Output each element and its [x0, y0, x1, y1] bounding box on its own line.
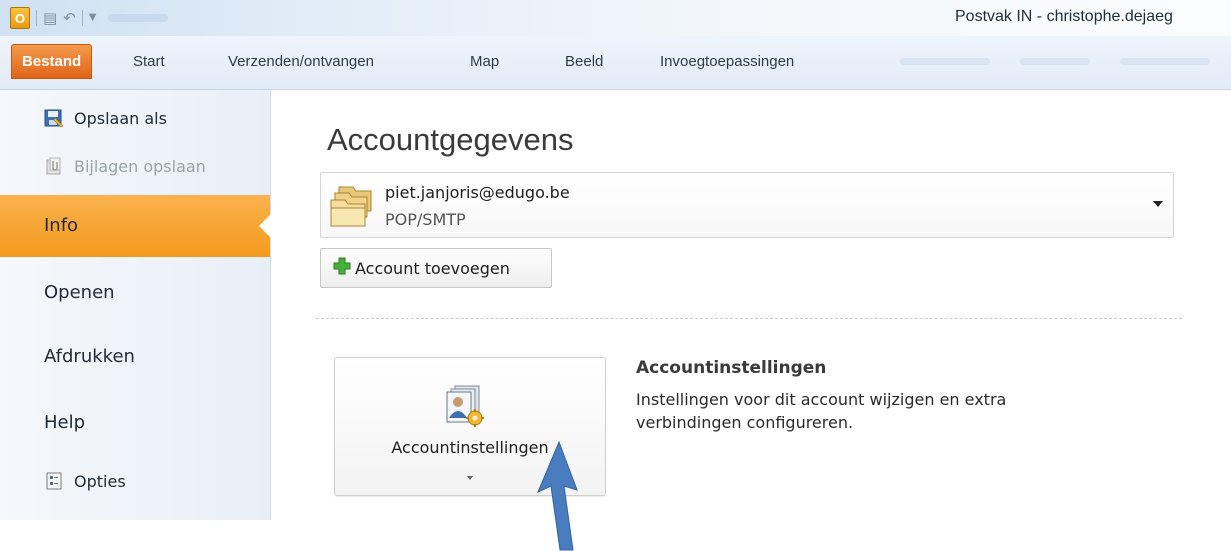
tab-folder[interactable]: Map [464, 47, 505, 77]
nav-item-label: Openen [44, 282, 115, 303]
chevron-down-icon [467, 476, 473, 480]
tab-add-ins[interactable]: Invoegtoepassingen [654, 47, 800, 77]
customize-toolbar-icon[interactable]: ▼ [89, 8, 97, 28]
save-as-label: Opslaan als [74, 108, 167, 128]
account-email: piet.janjoris@edugo.be [385, 183, 570, 202]
nav-item-info[interactable]: Info [0, 195, 271, 257]
nav-item-print[interactable]: Afdrukken [0, 326, 270, 388]
add-account-label: Account toevoegen [355, 258, 510, 278]
account-type: POP/SMTP [385, 210, 466, 229]
save-as-icon [44, 108, 64, 128]
tab-file[interactable]: Bestand [11, 44, 93, 79]
save-as-button[interactable]: Opslaan als [44, 104, 167, 132]
nav-item-label: Info [44, 215, 79, 236]
chevron-down-icon[interactable] [1153, 201, 1163, 207]
toolbar-separator [36, 10, 37, 26]
attachments-icon [44, 156, 64, 176]
blurred-tab [900, 58, 990, 65]
options-label: Opties [74, 471, 126, 491]
blurred-tab [1020, 58, 1090, 65]
section-description: Instellingen voor dit account wijzigen e… [636, 390, 1007, 432]
add-account-button[interactable]: Account toevoegen [320, 248, 552, 288]
nav-item-label: Help [44, 412, 86, 433]
blurred-tab [1120, 58, 1210, 65]
toolbar-blurred-area [108, 14, 169, 22]
send-receive-icon[interactable]: ▤ [43, 8, 57, 28]
nav-item-label: Afdrukken [44, 346, 135, 367]
tab-send-receive[interactable]: Verzenden/ontvangen [222, 47, 380, 77]
backstage-nav: Opslaan als Bijlagen opslaan Info Openen… [0, 90, 271, 520]
annotation-arrow-icon [537, 440, 578, 551]
options-button[interactable]: Opties [44, 467, 126, 495]
account-folders-icon [329, 183, 375, 233]
undo-icon[interactable]: ↶ [63, 8, 76, 28]
account-selector[interactable]: piet.janjoris@edugo.be POP/SMTP [320, 172, 1174, 238]
toolbar-separator [81, 10, 83, 26]
tab-view[interactable]: Beeld [559, 47, 609, 77]
options-icon [44, 471, 64, 491]
section-heading: Accountinstellingen [636, 358, 827, 378]
nav-item-open[interactable]: Openen [0, 262, 270, 324]
save-attachments-button[interactable]: Bijlagen opslaan [44, 152, 206, 180]
save-attachments-label: Bijlagen opslaan [74, 156, 206, 176]
ribbon-tabs: Bestand Start Verzenden/ontvangen Map Be… [0, 36, 1231, 90]
page-title: Accountgegevens [327, 122, 574, 157]
nav-item-help[interactable]: Help [0, 392, 270, 454]
active-pointer [259, 214, 271, 238]
tab-start[interactable]: Start [127, 47, 171, 77]
green-plus-icon [333, 257, 351, 279]
section-divider [316, 318, 1182, 319]
outlook-logo-icon[interactable]: O [10, 7, 30, 29]
quick-access-toolbar: O ▤ ↶ ▼ [10, 7, 169, 29]
title-bar: O ▤ ↶ ▼ Postvak IN - christophe.dejaeg [0, 0, 1231, 36]
account-settings-icon [441, 384, 501, 436]
window-title: Postvak IN - christophe.dejaeg [955, 8, 1173, 25]
